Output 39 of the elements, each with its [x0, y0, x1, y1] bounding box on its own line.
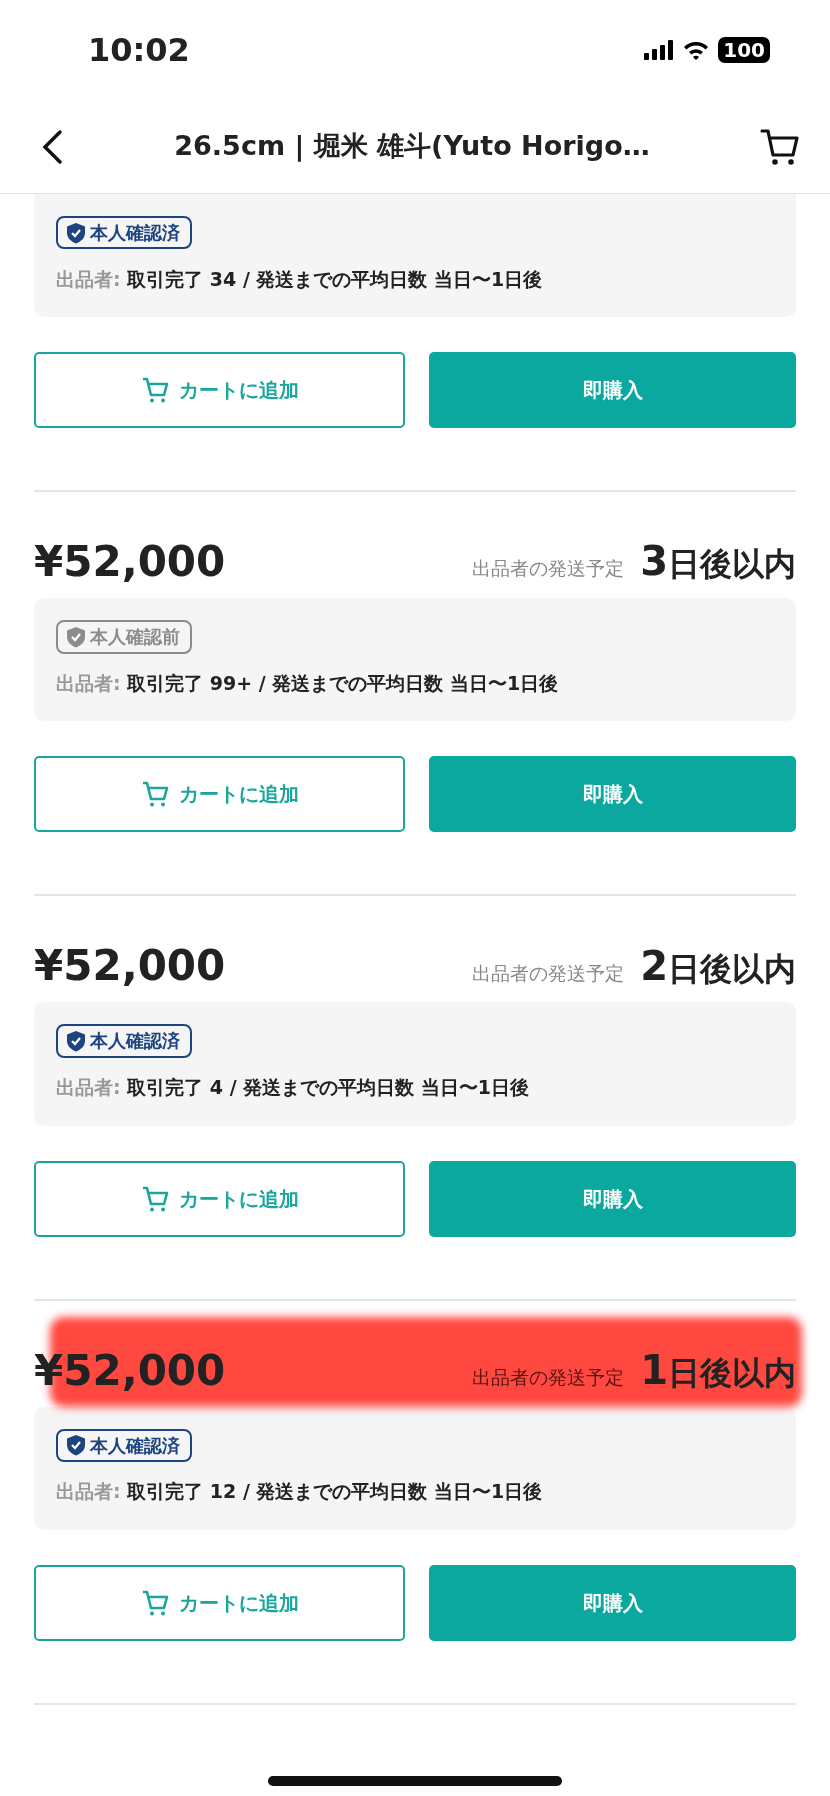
status-time: 10:02 — [88, 30, 190, 71]
price-text: ¥52,000 — [34, 541, 226, 584]
shipping-label: 出品者の発送予定 — [472, 1364, 625, 1390]
add-to-cart-button[interactable]: カートに追加 — [34, 1160, 405, 1237]
seller-stats: 出品者: 取引完了 99+ / 発送までの平均日数 当日〜1日後 — [56, 670, 560, 696]
signal-icon — [644, 40, 675, 60]
shield-check-icon — [66, 625, 86, 648]
shipping-estimate: 2 日後以内 — [640, 945, 796, 987]
add-to-cart-button[interactable]: カートに追加 — [34, 1564, 405, 1641]
shield-check-icon — [66, 1030, 86, 1053]
page-title: 26.5cm | 堀米 雄斗(Yuto Horigo… — [174, 129, 650, 164]
verification-badge: 本人確認済 — [56, 216, 192, 250]
shipping-estimate: 3 日後以内 — [640, 541, 796, 583]
buy-now-button[interactable]: 即購入 — [429, 1564, 796, 1641]
buy-now-button[interactable]: 即購入 — [429, 352, 796, 429]
price-text: ¥52,000 — [34, 945, 226, 988]
verification-badge: 本人確認済 — [56, 1024, 192, 1058]
verification-badge: 本人確認済 — [56, 1428, 192, 1462]
cart-icon — [140, 780, 169, 809]
add-to-cart-button[interactable]: カートに追加 — [34, 756, 405, 833]
shipping-label: 出品者の発送予定 — [472, 960, 625, 986]
verification-badge: 本人確認前 — [56, 620, 192, 654]
cart-icon[interactable] — [760, 126, 800, 167]
buy-now-button[interactable]: 即購入 — [429, 1160, 796, 1237]
back-icon[interactable] — [40, 128, 64, 165]
wifi-icon — [682, 40, 711, 60]
cart-icon — [140, 1184, 169, 1213]
seller-stats: 出品者: 取引完了 12 / 発送までの平均日数 当日〜1日後 — [56, 1479, 544, 1505]
buy-now-button[interactable]: 即購入 — [429, 756, 796, 833]
seller-stats: 出品者: 取引完了 4 / 発送までの平均日数 当日〜1日後 — [56, 1075, 531, 1101]
seller-stats: 出品者: 取引完了 34 / 発送までの平均日数 当日〜1日後 — [56, 266, 544, 292]
shield-check-icon — [66, 1434, 86, 1457]
battery-indicator: 100 — [718, 37, 770, 63]
add-to-cart-button[interactable]: カートに追加 — [34, 352, 405, 429]
shipping-label: 出品者の発送予定 — [472, 556, 625, 582]
shipping-estimate: 1日後以内 — [640, 1349, 796, 1391]
shield-check-icon — [66, 221, 86, 244]
cart-icon — [140, 376, 169, 405]
cart-icon — [140, 1588, 169, 1617]
